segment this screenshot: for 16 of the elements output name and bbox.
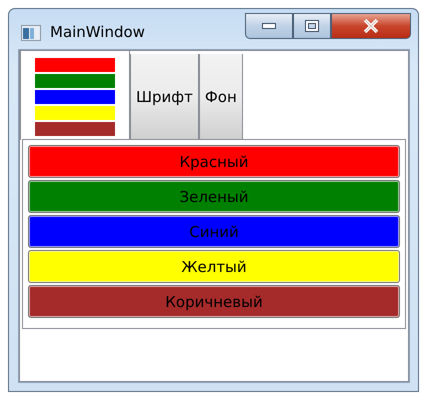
color-button[interactable]: Красный <box>28 145 400 178</box>
color-button[interactable]: Зеленый <box>28 180 400 213</box>
tab[interactable]: Фон <box>198 54 243 140</box>
minimize-icon <box>262 23 276 29</box>
minimize-button[interactable] <box>245 13 293 39</box>
tab[interactable] <box>20 51 130 140</box>
close-icon <box>363 19 379 33</box>
color-list-thumbnail-icon <box>35 57 115 137</box>
app-icon <box>21 25 41 41</box>
close-button[interactable] <box>331 13 411 39</box>
maximize-button[interactable] <box>293 13 331 39</box>
window-title: MainWindow <box>50 23 145 41</box>
maximize-icon <box>305 20 319 32</box>
tab[interactable]: Шрифт <box>130 54 199 140</box>
color-button[interactable]: Коричневый <box>28 285 400 318</box>
color-button[interactable]: Желтый <box>28 250 400 283</box>
